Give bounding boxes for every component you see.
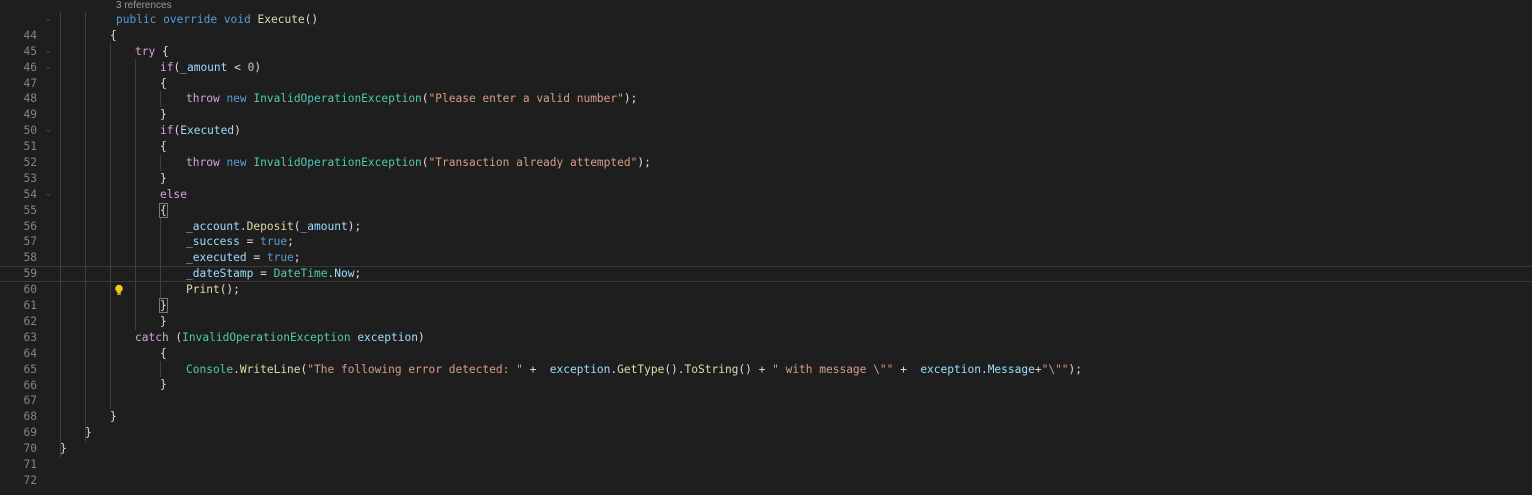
codelens-references[interactable]: 3 references — [116, 0, 172, 12]
code-line[interactable]: 59 _executed = true; — [0, 250, 1532, 280]
code-line[interactable]: 51 ⌵ if(Executed) — [0, 123, 1532, 153]
code-line[interactable]: 50 } — [0, 107, 1532, 137]
code-line[interactable]: 48 { — [0, 76, 1532, 106]
line-number: 72 — [23, 473, 37, 487]
code-line-current[interactable]: 60 _dateStamp = DateTime.Now; — [0, 266, 1532, 296]
code-line[interactable]: 45 { — [0, 28, 1532, 58]
code-line[interactable]: 55 ⌵ else — [0, 187, 1532, 217]
matched-brace: } — [159, 298, 168, 314]
code-line[interactable]: 65 { — [0, 346, 1532, 376]
lightbulb-icon[interactable] — [60, 268, 123, 296]
code-line[interactable]: 61 Print(); — [0, 282, 1532, 312]
matched-brace: { — [159, 202, 168, 218]
code-line[interactable]: 53 throw new InvalidOperationException("… — [0, 155, 1532, 185]
code-line[interactable]: 70 } — [0, 425, 1532, 455]
code-line[interactable]: 58 _success = true; — [0, 234, 1532, 264]
code-line[interactable]: 68 — [0, 393, 1532, 423]
code-line[interactable]: 56 { — [0, 202, 1532, 233]
chevron-down-icon[interactable]: ⌵ — [46, 187, 56, 203]
code-line[interactable]: 47 ⌵ if(_amount < 0) — [0, 60, 1532, 90]
chevron-down-icon[interactable]: ⌵ — [46, 44, 56, 60]
code-line[interactable]: 49 throw new InvalidOperationException("… — [0, 91, 1532, 121]
code-lines: 44 ⌵ public override void Execute() 45 {… — [0, 12, 1532, 487]
code-line[interactable]: 46 ⌵ try { — [0, 44, 1532, 74]
code-editor[interactable]: 3 references 44 ⌵ public override void E… — [0, 0, 1532, 495]
chevron-down-icon[interactable]: ⌵ — [46, 60, 56, 76]
code-line[interactable]: 54 } — [0, 171, 1532, 201]
code-line[interactable]: 71 } — [0, 441, 1532, 471]
chevron-down-icon[interactable]: ⌵ — [46, 123, 56, 139]
code-line[interactable]: 69 } — [0, 409, 1532, 439]
code-line[interactable]: 44 ⌵ public override void Execute() — [0, 12, 1532, 42]
code-line[interactable]: 52 { — [0, 139, 1532, 169]
code-line[interactable]: 63 } — [0, 314, 1532, 344]
code-line[interactable]: 66 Console.WriteLine("The following erro… — [0, 362, 1532, 392]
code-line[interactable]: 62 } — [0, 298, 1532, 328]
chevron-down-icon[interactable]: ⌵ — [46, 12, 56, 28]
code-line[interactable]: 64 catch (InvalidOperationException exce… — [0, 330, 1532, 360]
code-line[interactable]: 57 _account.Deposit(_amount); — [0, 219, 1532, 249]
code-line[interactable]: 67 } — [0, 377, 1532, 407]
code-line[interactable]: 72 — [0, 457, 1532, 487]
